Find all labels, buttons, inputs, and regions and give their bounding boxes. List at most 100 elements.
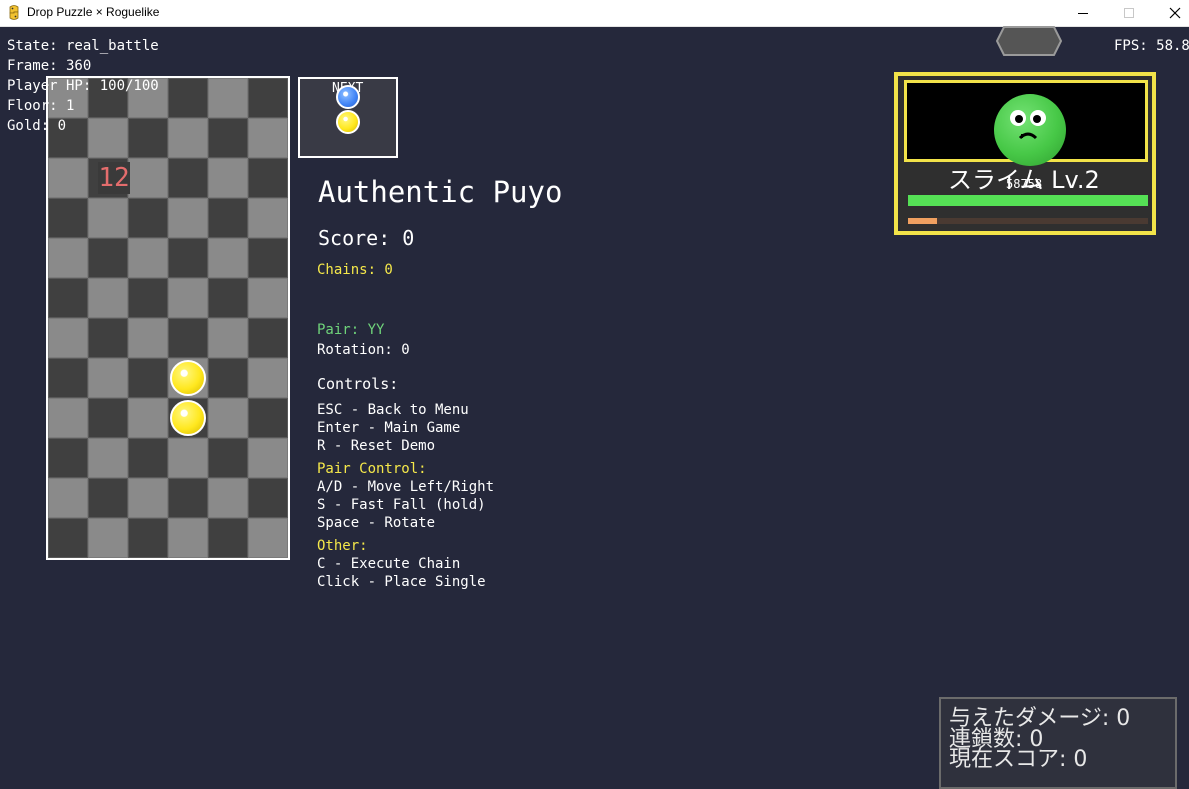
pair-control-header: Pair Control: [317, 461, 427, 477]
board-cell[interactable] [168, 518, 208, 558]
board-cell[interactable] [208, 478, 248, 518]
board-cell[interactable] [48, 358, 88, 398]
board-cell[interactable] [248, 318, 288, 358]
board-cell[interactable] [128, 118, 168, 158]
pair-control-line: Space - Rotate [317, 515, 436, 531]
other-control-line: Click - Place Single [317, 574, 486, 590]
board-cell[interactable] [248, 358, 288, 398]
game-canvas[interactable]: 12 State: real_battle Frame: 360 Player … [0, 26, 1189, 789]
board-cell[interactable] [128, 398, 168, 438]
board-cell[interactable] [168, 238, 208, 278]
puyo-yellow [170, 400, 206, 436]
board-cell[interactable] [248, 238, 288, 278]
board-cell[interactable] [128, 198, 168, 238]
control-line: ESC - Back to Menu [317, 402, 469, 418]
board-cell[interactable] [48, 278, 88, 318]
board-cell[interactable] [88, 238, 128, 278]
board-cell[interactable] [48, 158, 88, 198]
pair-control-line: A/D - Move Left/Right [317, 479, 495, 495]
slime-sprite[interactable] [994, 94, 1066, 166]
board-cell[interactable] [248, 198, 288, 238]
board-cell[interactable] [208, 318, 248, 358]
board-cell[interactable] [168, 278, 208, 318]
board-cell[interactable] [128, 158, 168, 198]
close-icon [1169, 7, 1181, 19]
enemy-hp-text: 58758 [1006, 177, 1043, 191]
board-cell[interactable] [48, 198, 88, 238]
other-header: Other: [317, 538, 368, 554]
enemy-panel: スライム Lv.2 58758 [894, 72, 1156, 235]
score-label: Score: 0 [318, 226, 415, 250]
board-cell[interactable] [248, 478, 288, 518]
pair-control-line: S - Fast Fall (hold) [317, 497, 486, 513]
board-cell[interactable] [208, 278, 248, 318]
board-cell[interactable] [128, 518, 168, 558]
board-cell[interactable] [208, 158, 248, 198]
board-cell[interactable] [48, 518, 88, 558]
board-cell[interactable] [48, 478, 88, 518]
rotation-label: Rotation: 0 [317, 342, 410, 358]
control-line: R - Reset Demo [317, 438, 436, 454]
fps-counter: FPS: 58.8 [1114, 38, 1189, 54]
next-puyo-top [336, 85, 360, 109]
enemy-hp-bar [908, 195, 1148, 206]
board-cell[interactable] [168, 198, 208, 238]
minimize-button[interactable] [1060, 0, 1106, 26]
board-cell[interactable] [248, 278, 288, 318]
board-cell[interactable] [168, 438, 208, 478]
board-cell[interactable] [128, 318, 168, 358]
board-cell[interactable] [208, 78, 248, 118]
board-cell[interactable] [208, 238, 248, 278]
board-cell[interactable] [248, 158, 288, 198]
board-cell[interactable] [248, 118, 288, 158]
puyo-board[interactable]: 12 [46, 76, 290, 560]
board-cell[interactable] [48, 238, 88, 278]
board-cell[interactable] [208, 118, 248, 158]
close-button[interactable] [1152, 0, 1189, 26]
battle-stats-panel: 与えたダメージ: 0 連鎖数: 0 現在スコア: 0 [939, 697, 1177, 789]
board-cell[interactable] [48, 438, 88, 478]
board-cell[interactable] [208, 358, 248, 398]
board-cell[interactable] [208, 198, 248, 238]
board-cell[interactable] [88, 358, 128, 398]
board-cell[interactable] [168, 158, 208, 198]
board-cell[interactable] [208, 518, 248, 558]
board-cell[interactable] [48, 318, 88, 358]
board-cell[interactable] [168, 118, 208, 158]
enemy-attack-bar [908, 218, 1148, 224]
enemy-attack-fill [908, 218, 937, 224]
current-score: 現在スコア: 0 [949, 747, 1088, 772]
board-cell[interactable] [88, 318, 128, 358]
board-cell[interactable] [208, 438, 248, 478]
board-cell[interactable] [128, 478, 168, 518]
enemy-hp-fill [908, 195, 1148, 206]
board-cell[interactable] [88, 118, 128, 158]
chains-label: Chains: 0 [317, 262, 393, 278]
hexagon-menu-button[interactable] [996, 23, 1062, 59]
board-cell[interactable] [248, 518, 288, 558]
board-cell[interactable] [88, 438, 128, 478]
board-cell[interactable] [88, 398, 128, 438]
board-cell[interactable] [168, 318, 208, 358]
board-cell[interactable] [248, 438, 288, 478]
board-cell[interactable] [48, 398, 88, 438]
board-cell[interactable] [88, 278, 128, 318]
board-cell[interactable] [128, 278, 168, 318]
minimize-icon [1077, 12, 1088, 14]
board-cell[interactable] [128, 358, 168, 398]
board-cell[interactable] [88, 198, 128, 238]
board-cell[interactable] [128, 238, 168, 278]
board-cell[interactable] [248, 398, 288, 438]
board-cell[interactable] [168, 478, 208, 518]
board-cell[interactable] [88, 518, 128, 558]
board-cell[interactable] [128, 438, 168, 478]
window-title: Drop Puzzle × Roguelike [27, 5, 160, 19]
game-title: Authentic Puyo [318, 175, 563, 209]
board-cell[interactable] [248, 78, 288, 118]
python-snake-icon [9, 5, 19, 20]
board-cell[interactable] [208, 398, 248, 438]
board-cell[interactable] [88, 478, 128, 518]
board-cell[interactable] [168, 78, 208, 118]
maximize-button[interactable] [1106, 0, 1152, 26]
slime-face-icon [1010, 110, 1046, 140]
